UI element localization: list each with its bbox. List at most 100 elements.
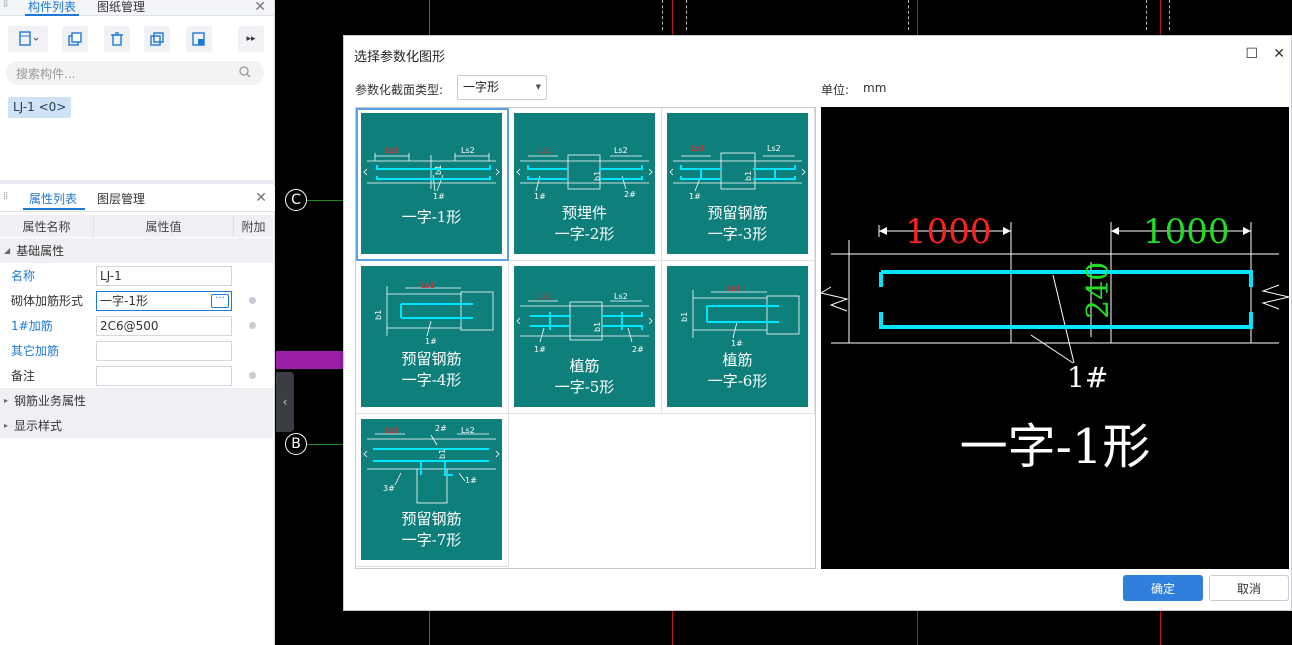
- close-icon[interactable]: ✕: [254, 0, 266, 14]
- grid-line: [306, 444, 346, 445]
- rebar-1-label: 1#: [534, 345, 546, 354]
- b1-label: b1: [374, 310, 383, 320]
- shape-thumb-1[interactable]: Ls1 Ls2 b1 1# 一字-1形: [356, 108, 509, 261]
- dialog-title: 选择参数化图形: [354, 50, 446, 65]
- delete-button[interactable]: [104, 26, 130, 52]
- rebar-1-label: 1#: [433, 192, 445, 201]
- dim-left-label: 1000: [905, 212, 992, 252]
- search-icon: [239, 66, 251, 78]
- grid-line: [306, 200, 346, 201]
- property-table-header: 属性名称 属性值 附加: [0, 215, 273, 237]
- tab-property-list[interactable]: 属性列表: [29, 190, 77, 207]
- rebar-2-label: 2#: [632, 345, 644, 354]
- panel-divider[interactable]: [0, 180, 275, 184]
- shape-thumb-5[interactable]: Ls1 Ls2 b1 1# 2# 植筋 一字-5形: [509, 261, 662, 414]
- more-button[interactable]: ▸▸: [238, 26, 264, 52]
- rebar-1-label: 1#: [425, 337, 437, 346]
- cancel-button[interactable]: 取消: [1209, 575, 1289, 601]
- trash-icon: [111, 32, 123, 46]
- drag-handle-icon[interactable]: ⁞⁞: [3, 192, 9, 206]
- b1-label: b1: [744, 171, 753, 181]
- group-basic-props[interactable]: ◢ 基础属性: [0, 238, 273, 263]
- caret-right-icon: ▸: [4, 396, 9, 405]
- select-value: 一字形: [463, 80, 500, 94]
- thumb-image: Ls1 Ls2 b1 1# 一字-1形: [361, 113, 502, 254]
- thumb-caption: 预留钢筋: [401, 510, 462, 528]
- group-label: 钢筋业务属性: [14, 394, 87, 408]
- prop-value-field[interactable]: 一字-1形 ···: [96, 290, 232, 311]
- property-row: 备注: [0, 363, 273, 388]
- thumb-image: Ls1 b1 1# 植筋 一字-6形: [667, 266, 808, 407]
- maximize-icon[interactable]: ☐: [1245, 46, 1258, 62]
- shape-thumb-6[interactable]: Ls1 b1 1# 植筋 一字-6形: [662, 261, 815, 414]
- parametric-shape-dialog: 选择参数化图形 ☐ ✕ 参数化截面类型: 一字形 ▼ 单位: mm Ls1 Ls…: [343, 35, 1292, 611]
- prop-name: 备注: [11, 369, 36, 383]
- tab-drawing-manage[interactable]: 图纸管理: [94, 0, 148, 16]
- duplicate-button[interactable]: [144, 26, 170, 52]
- prop-value-field[interactable]: [96, 365, 232, 386]
- ls1-label: Ls1: [421, 281, 435, 290]
- caret-right-icon: ▸: [4, 421, 9, 430]
- grid-line: [1146, 0, 1147, 30]
- group-rebar-props[interactable]: ▸ 钢筋业务属性: [0, 388, 273, 413]
- more-options-button[interactable]: ···: [211, 293, 229, 308]
- dim-right-label: 1000: [1143, 212, 1230, 252]
- shape-thumb-4[interactable]: Ls1 b1 1# 预留钢筋 一字-4形: [356, 261, 509, 414]
- shape-thumb-3[interactable]: Ls1 Ls2 b1 1# 预留钢筋 一字-3形: [662, 108, 815, 261]
- attach-dot[interactable]: [249, 297, 256, 304]
- rebar-1-label: 1#: [731, 339, 743, 348]
- tab-layer-manage[interactable]: 图层管理: [97, 190, 145, 207]
- tab-component-list[interactable]: 构件列表: [25, 0, 80, 16]
- group-display-style[interactable]: ▸ 显示样式: [0, 413, 273, 438]
- thumb-image: Ls1 Ls2 2# b1 3# 1# 预留钢筋 一字-7形: [361, 419, 502, 560]
- b1-label: b1: [593, 322, 602, 332]
- shape-thumb-7[interactable]: Ls1 Ls2 2# b1 3# 1# 预留钢筋 一字-7形: [356, 414, 509, 567]
- ls2-label: Ls2: [767, 144, 781, 153]
- header-extra: 附加: [241, 219, 266, 234]
- search-placeholder: 搜索构件...: [16, 66, 76, 81]
- preview-shape-name: 一字-1形: [959, 419, 1151, 475]
- rebar-3-label: 3#: [383, 484, 395, 493]
- ls2-label: Ls2: [461, 146, 475, 155]
- new-component-button[interactable]: [8, 26, 48, 52]
- prop-name: 1#加筋: [11, 319, 53, 333]
- drag-handle-icon[interactable]: ⁞⁞: [3, 0, 9, 14]
- dim-height-label: 240: [1081, 262, 1116, 319]
- group-label: 显示样式: [14, 419, 63, 433]
- preview-drawing: 1000 1000 240 1#: [819, 212, 1290, 394]
- property-row: 名称 LJ-1: [0, 263, 273, 288]
- prop-value-field[interactable]: [96, 340, 232, 361]
- ls2-label: Ls2: [614, 146, 628, 155]
- shape-preview: 1000 1000 240 1# 一字-1形: [819, 107, 1290, 569]
- group-label: 基础属性: [16, 244, 65, 258]
- shape-thumb-2[interactable]: Ls1 Ls2 b1 1# 2# 预埋件 一字-2形: [509, 108, 662, 261]
- copy-button[interactable]: [62, 26, 88, 52]
- attach-dot[interactable]: [249, 322, 256, 329]
- caret-down-icon: ◢: [4, 246, 11, 255]
- prop-value-field[interactable]: LJ-1: [96, 265, 232, 286]
- prop-name: 砌体加筋形式: [11, 294, 84, 308]
- component-item[interactable]: LJ-1 <0>: [8, 97, 72, 118]
- thumb-image: Ls1 Ls2 b1 1# 2# 植筋 一字-5形: [514, 266, 655, 407]
- ls1-label: Ls1: [385, 426, 399, 435]
- section-type-select[interactable]: 一字形 ▼: [457, 75, 547, 100]
- thumb-caption: 预留钢筋: [401, 350, 462, 368]
- close-icon[interactable]: ✕: [255, 191, 267, 205]
- axis-label-c: C: [285, 189, 307, 211]
- close-icon[interactable]: ✕: [1273, 46, 1285, 62]
- prop-value-field[interactable]: 2C6@500: [96, 315, 232, 336]
- ls1-label: Ls1: [691, 144, 705, 153]
- rebar-1-label: 1#: [534, 192, 546, 201]
- wall-segment[interactable]: [276, 351, 346, 369]
- layer-copy-button[interactable]: [186, 26, 212, 52]
- shape-gallery: Ls1 Ls2 b1 1# 一字-1形 Ls1 Ls2 b1 1# 2# 预埋件…: [355, 107, 816, 569]
- attach-dot[interactable]: [249, 372, 256, 379]
- b1-label: b1: [434, 165, 443, 175]
- collapse-panel-button[interactable]: ‹: [276, 372, 294, 432]
- thumb-caption: 一字-3形: [707, 225, 768, 243]
- search-input[interactable]: 搜索构件...: [6, 61, 264, 85]
- confirm-button[interactable]: 确定: [1123, 575, 1203, 601]
- b1-label: b1: [680, 312, 689, 322]
- thumb-caption: 一字-2形: [554, 225, 615, 243]
- thumb-caption: 预埋件: [561, 204, 607, 222]
